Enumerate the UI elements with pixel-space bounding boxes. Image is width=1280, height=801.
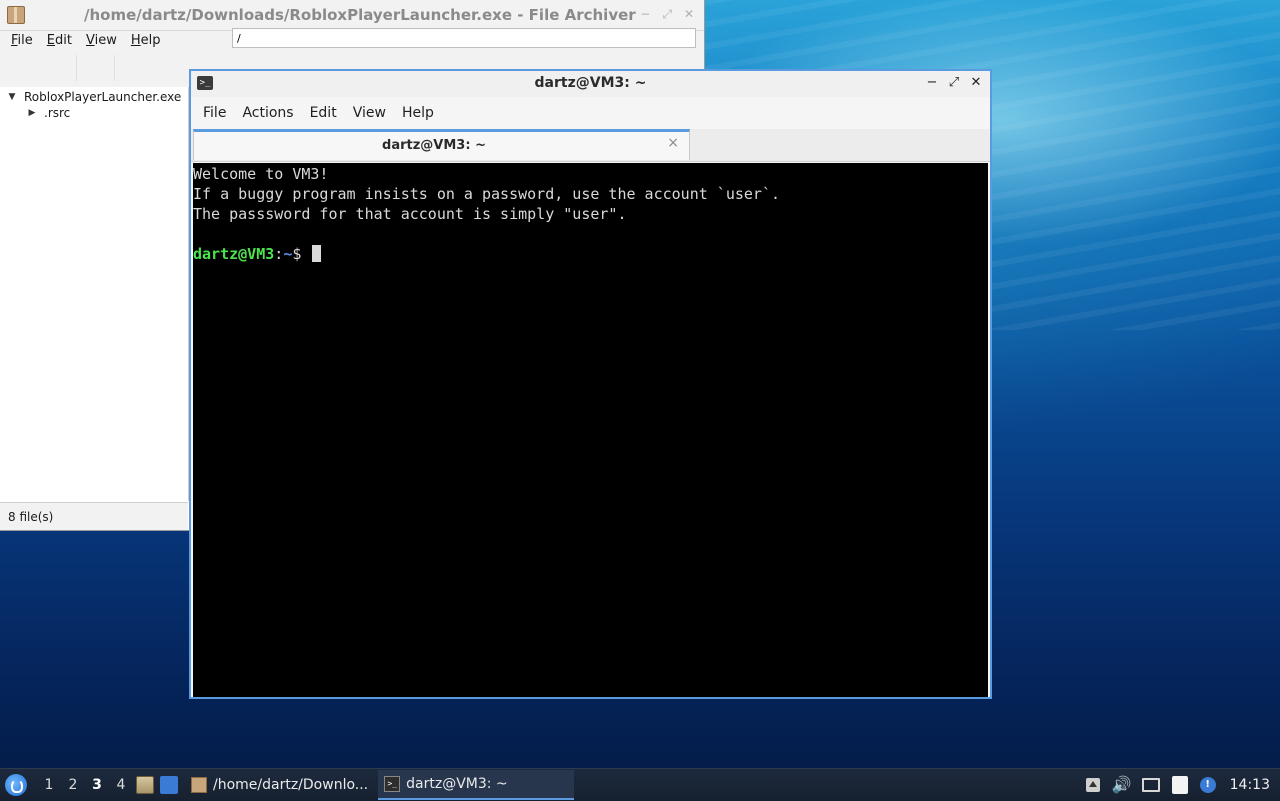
toolbar-button[interactable] — [78, 55, 115, 81]
terminal-menu-view[interactable]: View — [345, 105, 394, 121]
maximize-icon[interactable]: ⤢ — [946, 74, 962, 92]
task-label: dartz@VM3: ~ — [406, 776, 508, 792]
archiver-titlebar[interactable]: /home/dartz/Downloads/RobloxPlayerLaunch… — [0, 0, 704, 31]
workspace-2[interactable]: 2 — [61, 777, 85, 793]
terminal-menu-file[interactable]: File — [195, 105, 234, 121]
minimize-icon[interactable]: − — [924, 74, 940, 92]
task-terminal[interactable]: >_ dartz@VM3: ~ — [378, 770, 575, 800]
terminal-tabbar: dartz@VM3: ~ × — [191, 129, 990, 162]
prompt-path: ~ — [283, 245, 293, 263]
archiver-path-input[interactable] — [232, 28, 696, 48]
network-icon[interactable] — [1141, 778, 1160, 792]
workspace-4[interactable]: 4 — [109, 777, 133, 793]
expand-arrow-icon[interactable]: ▼ — [6, 92, 18, 102]
terminal-menu-edit[interactable]: Edit — [302, 105, 345, 121]
terminal-title: dartz@VM3: ~ — [534, 75, 647, 91]
archiver-statusbar: 8 file(s) — [0, 502, 188, 530]
prompt-user: dartz@VM3 — [193, 245, 275, 263]
terminal-menubar: File Actions Edit View Help — [191, 97, 990, 129]
file-manager-icon[interactable] — [136, 776, 154, 794]
minimize-icon[interactable]: − — [640, 7, 650, 22]
collapse-arrow-icon[interactable]: ▶ — [26, 108, 38, 118]
tree-item-root[interactable]: ▼ RobloxPlayerLauncher.exe — [0, 89, 188, 105]
terminal-window: >_ dartz@VM3: ~ − ⤢ ✕ File Actions Edit … — [189, 69, 992, 699]
archiver-menu-help[interactable]: Help — [124, 33, 168, 48]
terminal-tab-label: dartz@VM3: ~ — [382, 138, 486, 153]
close-icon[interactable]: ✕ — [968, 74, 984, 92]
archiver-menu-edit[interactable]: Edit — [40, 33, 79, 48]
terminal-menu-help[interactable]: Help — [394, 105, 442, 121]
system-tray: 🔊 ! 14:13 — [1080, 769, 1280, 801]
terminal-prompt[interactable]: dartz@VM3:~$ — [193, 244, 988, 264]
app-menu-icon[interactable] — [5, 774, 27, 796]
archiver-menu-file[interactable]: File — [4, 33, 40, 48]
clipboard-icon[interactable] — [1171, 776, 1188, 794]
close-icon[interactable]: ✕ — [684, 7, 694, 22]
archive-icon — [191, 777, 207, 793]
terminal-line: Welcome to VM3! — [193, 165, 329, 183]
prompt-separator: : — [274, 245, 284, 263]
tab-close-icon[interactable]: × — [667, 135, 679, 151]
archiver-folder-tree: ▼ RobloxPlayerLauncher.exe ▶ .rsrc — [0, 87, 189, 501]
archive-icon — [7, 6, 25, 24]
archiver-title: /home/dartz/Downloads/RobloxPlayerLaunch… — [84, 6, 636, 24]
volume-icon[interactable]: 🔊 — [1112, 777, 1132, 793]
text-cursor — [312, 245, 322, 262]
terminal-output[interactable]: Welcome to VM3! If a buggy program insis… — [193, 163, 988, 697]
eject-icon[interactable] — [1085, 778, 1100, 792]
toolbar-button[interactable] — [40, 55, 77, 81]
terminal-icon: >_ — [384, 776, 401, 792]
task-label: /home/dartz/Downlo... — [213, 777, 369, 793]
workspace-1[interactable]: 1 — [37, 777, 61, 793]
taskbar: 1 2 3 4 /home/dartz/Downlo... >_ dartz@V… — [0, 768, 1280, 801]
show-desktop-icon[interactable] — [160, 776, 178, 794]
notification-icon[interactable]: ! — [1199, 777, 1216, 793]
terminal-tab[interactable]: dartz@VM3: ~ × — [193, 129, 690, 160]
task-file-archiver[interactable]: /home/dartz/Downlo... — [185, 770, 374, 800]
terminal-titlebar[interactable]: >_ dartz@VM3: ~ − ⤢ ✕ — [191, 71, 990, 97]
clock[interactable]: 14:13 — [1230, 777, 1270, 793]
maximize-icon[interactable]: ⤢ — [662, 7, 672, 22]
terminal-line: The passsword for that account is simply… — [193, 205, 627, 223]
prompt-symbol: $ — [292, 245, 311, 263]
archiver-menu-view[interactable]: View — [79, 33, 124, 48]
tree-item-rsrc[interactable]: ▶ .rsrc — [0, 105, 188, 121]
workspace-3[interactable]: 3 — [85, 777, 109, 793]
terminal-line: If a buggy program insists on a password… — [193, 185, 780, 203]
terminal-menu-actions[interactable]: Actions — [234, 105, 301, 121]
